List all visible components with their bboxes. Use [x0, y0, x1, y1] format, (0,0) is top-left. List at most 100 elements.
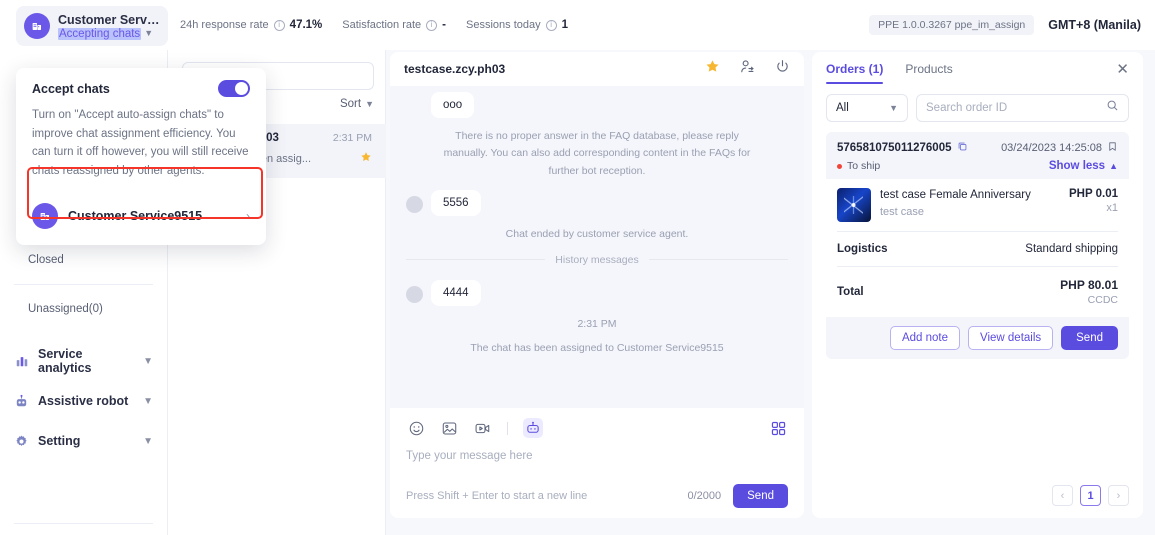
message-row: 5556: [406, 189, 788, 216]
show-less-toggle[interactable]: Show less ▲: [1049, 160, 1118, 172]
pagination-next[interactable]: ›: [1108, 485, 1129, 506]
sidebar-group-label: Setting: [38, 434, 81, 448]
chevron-down-icon[interactable]: ▼: [143, 436, 153, 447]
sidebar-item-closed[interactable]: Closed: [0, 242, 167, 278]
message-input-placeholder[interactable]: Type your message here: [406, 450, 788, 462]
transfer-user-icon[interactable]: [740, 59, 755, 79]
chat-conversation-panel: testcase.zcy.ph03 ooo There is no proper…: [390, 52, 804, 518]
total-value: PHP 80.01: [1060, 278, 1118, 292]
chat-message-list: ooo There is no proper answer in the FAQ…: [390, 86, 804, 416]
orders-panel: Orders (1) Products ✕ All ▼ Search order…: [812, 52, 1143, 518]
order-date-text: 03/24/2023 14:25:08: [1001, 142, 1102, 154]
order-status-select[interactable]: All ▼: [826, 94, 908, 122]
status-badge: To ship: [837, 160, 880, 172]
order-status-value: All: [836, 102, 849, 114]
avatar: [406, 285, 423, 303]
sidebar-group-label: Service analytics: [38, 347, 92, 375]
system-line: 2:31 PM: [577, 317, 617, 330]
popover-account-item[interactable]: Customer Service9515 ›: [16, 193, 266, 239]
chevron-down-icon[interactable]: ▼: [143, 396, 153, 407]
sidebar-item-assistive-robot[interactable]: Assistive robot ▼: [0, 381, 167, 421]
sidebar-item-setting[interactable]: Setting ▼: [0, 421, 167, 461]
view-details-button[interactable]: View details: [967, 326, 1054, 350]
popover-header: Accept chats: [16, 80, 266, 97]
brand-status: Accepting chats: [58, 27, 142, 40]
send-message-button[interactable]: Send: [733, 484, 788, 508]
status-dot-icon: [837, 163, 842, 169]
brand-name: Customer Servi...: [58, 12, 160, 27]
popover-account-name: Customer Service9515: [68, 208, 203, 223]
composer-footer: Press Shift + Enter to start a new line …: [406, 484, 788, 508]
brand-status-chip[interactable]: Customer Servi... Accepting chats ▼: [16, 6, 168, 46]
order-search-input[interactable]: Search order ID: [916, 94, 1129, 122]
shop-building-icon: [32, 202, 58, 229]
order-product-row[interactable]: test case Female Anniversary test case P…: [837, 179, 1118, 231]
metric-sessions-today: Sessions today i 1: [466, 19, 568, 31]
order-card: 576581075011276005 03/24/2023 14:25:08 T…: [826, 132, 1129, 359]
sidebar-item-label: Closed: [28, 254, 64, 266]
message-row: 4444: [406, 279, 788, 306]
sidebar-item-unassigned[interactable]: Unassigned(0): [0, 291, 167, 327]
info-circle-icon[interactable]: i: [545, 19, 557, 31]
image-icon[interactable]: [439, 418, 459, 438]
smiley-icon[interactable]: [406, 418, 426, 438]
send-order-button[interactable]: Send: [1061, 326, 1118, 350]
avatar: [406, 195, 423, 213]
sidebar-group-label: Assistive robot: [38, 394, 129, 408]
toolbar-divider: [507, 421, 508, 435]
order-card-header: 576581075011276005 03/24/2023 14:25:08 T…: [826, 132, 1129, 179]
character-counter: 0/2000: [687, 490, 722, 502]
pagination-page-1[interactable]: 1: [1080, 485, 1101, 506]
pagination-prev[interactable]: ‹: [1052, 485, 1073, 506]
search-icon[interactable]: [1106, 99, 1119, 117]
close-icon[interactable]: ✕: [1116, 62, 1129, 77]
chat-item-time: 2:31 PM: [332, 132, 372, 144]
system-notice: There is no proper answer in the FAQ dat…: [443, 130, 751, 177]
version-chip: PPE 1.0.0.3267 ppe_im_assign: [869, 15, 1035, 35]
popover-description: Turn on "Accept auto-assign chats" to im…: [32, 109, 249, 177]
star-filled-icon[interactable]: [705, 59, 720, 79]
product-price: PHP 0.01: [1068, 188, 1118, 200]
info-circle-icon[interactable]: i: [273, 19, 285, 31]
chat-header-actions: [705, 59, 790, 79]
info-circle-icon[interactable]: i: [426, 19, 438, 31]
add-note-button[interactable]: Add note: [889, 326, 960, 350]
order-search-placeholder: Search order ID: [926, 102, 1008, 114]
message-row: ooo: [431, 92, 788, 118]
top-bar: Customer Servi... Accepting chats ▼ 24h …: [0, 0, 1155, 50]
copy-icon[interactable]: [957, 141, 968, 155]
accept-chats-toggle[interactable]: [218, 80, 250, 97]
order-id-text: 576581075011276005: [837, 142, 952, 154]
sidebar-divider-bottom: [14, 523, 153, 524]
sort-label: Sort: [339, 98, 362, 110]
sidebar-item-label: Unassigned(0): [28, 303, 103, 315]
video-icon[interactable]: [472, 418, 492, 438]
metric-value: 1: [561, 19, 569, 31]
total-row: Total PHP 80.01 CCDC: [837, 267, 1118, 317]
star-filled-icon[interactable]: [360, 150, 372, 168]
orders-tabs: Orders (1) Products ✕: [812, 52, 1143, 86]
grid-apps-icon[interactable]: [768, 418, 788, 438]
chevron-down-icon[interactable]: ▼: [144, 29, 153, 38]
tab-products[interactable]: Products: [905, 52, 952, 86]
robot-icon[interactable]: [523, 418, 543, 438]
tab-orders[interactable]: Orders (1): [826, 52, 884, 86]
power-icon[interactable]: [775, 59, 790, 79]
order-id: 576581075011276005: [837, 141, 968, 155]
gear-icon: [14, 434, 29, 449]
popover-title: Accept chats: [32, 81, 110, 96]
bookmark-icon[interactable]: [1107, 141, 1118, 155]
system-line: Chat ended by customer service agent.: [505, 227, 689, 240]
chevron-up-icon: ▲: [1109, 161, 1118, 171]
order-date: 03/24/2023 14:25:08: [1001, 141, 1118, 155]
history-divider: History messages: [406, 254, 788, 266]
robot-icon: [14, 394, 29, 409]
message-bubble: ooo: [431, 92, 475, 118]
product-name: test case Female Anniversary: [880, 189, 1031, 201]
chevron-down-icon[interactable]: ▼: [143, 356, 153, 367]
chevron-down-icon: ▼: [889, 102, 898, 113]
status-text: To ship: [847, 160, 881, 172]
app-root: Customer Servi... Accepting chats ▼ 24h …: [0, 0, 1155, 535]
sidebar-item-service-analytics[interactable]: Service analytics ▼: [0, 341, 167, 381]
order-card-actions: Add note View details Send: [826, 317, 1129, 359]
